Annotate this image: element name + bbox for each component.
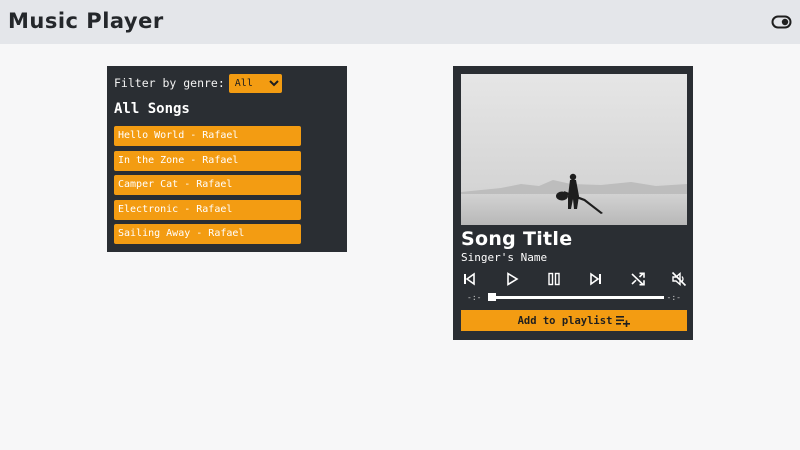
app-header: Music Player	[0, 0, 800, 44]
genre-select[interactable]: All	[228, 73, 282, 93]
song-item[interactable]: Sailing Away - Rafael	[114, 224, 301, 244]
toggle-icon	[771, 15, 792, 29]
singer-name: Singer's Name	[461, 251, 548, 264]
previous-button[interactable]	[461, 271, 477, 287]
next-button[interactable]	[588, 271, 604, 287]
previous-icon	[464, 272, 475, 286]
add-to-playlist-label: Add to playlist	[517, 314, 613, 327]
shuffle-icon	[631, 272, 645, 286]
playback-controls	[461, 271, 687, 289]
theme-toggle-button[interactable]	[771, 14, 792, 30]
total-time: -:-	[666, 293, 681, 302]
current-time: -:-	[467, 293, 482, 302]
shuffle-button[interactable]	[630, 271, 646, 287]
pause-button[interactable]	[546, 271, 562, 287]
song-title: Song Title	[461, 228, 573, 250]
song-item[interactable]: Electronic - Rafael	[114, 199, 301, 220]
album-art	[461, 74, 687, 225]
song-list: Hello World - Rafael In the Zone - Rafae…	[114, 126, 301, 249]
player-panel: Song Title Singer's Name -:- -:- Add to …	[453, 66, 693, 340]
song-item[interactable]: Hello World - Rafael	[114, 126, 301, 146]
add-to-playlist-button[interactable]: Add to playlist	[461, 310, 687, 331]
song-item[interactable]: In the Zone - Rafael	[114, 150, 301, 171]
mute-button[interactable]	[671, 271, 687, 287]
playlist-add-icon	[616, 315, 631, 327]
filter-label: Filter by genre:	[114, 76, 225, 90]
app-title: Music Player	[8, 9, 164, 33]
playlist-panel: Filter by genre: All All Songs Hello Wor…	[107, 66, 347, 252]
progress-track[interactable]	[488, 293, 664, 301]
song-item[interactable]: Camper Cat - Rafael	[114, 175, 301, 195]
pause-icon	[548, 272, 560, 286]
play-button[interactable]	[504, 271, 520, 287]
genre-filter: Filter by genre: All	[114, 73, 282, 93]
progress-thumb[interactable]	[488, 293, 496, 301]
mute-icon	[671, 271, 687, 287]
song-list-heading: All Songs	[114, 101, 190, 117]
progress-bar: -:- -:-	[467, 292, 681, 304]
next-icon	[590, 272, 601, 286]
play-icon	[507, 272, 519, 286]
